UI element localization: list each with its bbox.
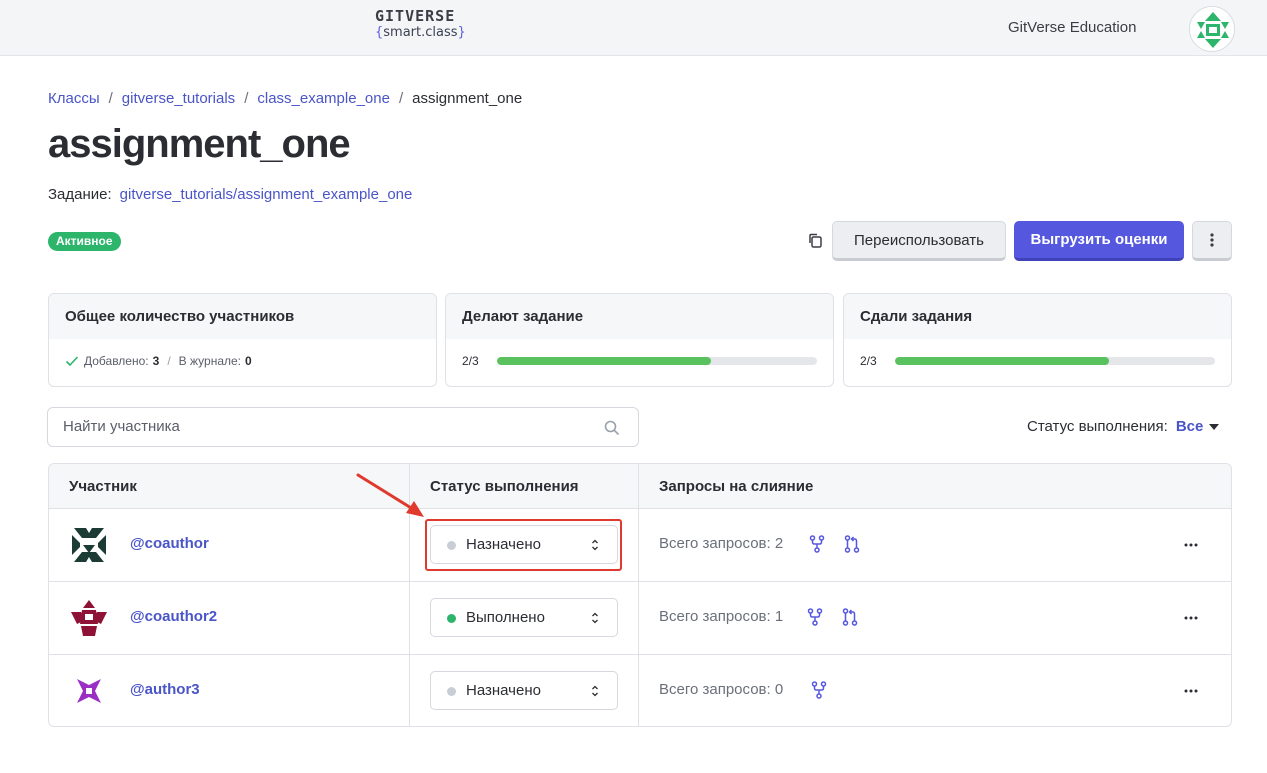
in-progress-card: Делают задание 2/3 — [445, 293, 834, 387]
annotation-arrow — [356, 473, 424, 517]
card-body: 2/3 — [844, 339, 1231, 383]
logo-wordmark: GITVERSE — [375, 7, 456, 25]
horizontal-dots-icon — [1184, 543, 1198, 547]
user-avatar[interactable] — [1189, 6, 1235, 52]
pull-request-icon[interactable] — [844, 535, 860, 553]
table-row: @coauthor2 Выполнено Всего запросов: 1 — [49, 581, 1231, 654]
participant-username[interactable]: @coauthor2 — [130, 608, 217, 625]
fork-icon[interactable] — [811, 681, 827, 699]
journal-value: 0 — [245, 354, 252, 368]
export-grades-button[interactable]: Выгрузить оценки — [1014, 221, 1184, 261]
status-dot — [447, 687, 456, 696]
copy-icon — [809, 233, 822, 248]
status-filter: Статус выполнения: Все — [1027, 418, 1220, 435]
status-value: Выполнено — [466, 609, 545, 626]
logo-brace-close: } — [457, 25, 466, 40]
annotation-highlight-box — [425, 519, 622, 571]
horizontal-dots-icon — [1184, 689, 1198, 693]
reuse-button[interactable]: Переиспользовать — [832, 221, 1006, 261]
assignment-link[interactable]: gitverse_tutorials/assignment_example_on… — [120, 186, 413, 203]
status-filter-value: Все — [1175, 418, 1204, 435]
card-title: Делают задание — [446, 294, 833, 339]
added-label: Добавлено: — [84, 354, 149, 368]
card-title: Сдали задания — [844, 294, 1231, 339]
fork-icon[interactable] — [809, 535, 825, 553]
horizontal-dots-icon — [1184, 616, 1198, 620]
caret-down-icon — [1209, 423, 1220, 430]
vertical-dots-icon — [1210, 233, 1214, 247]
added-value: 3 — [152, 354, 160, 368]
up-down-chevron-icon — [592, 612, 598, 624]
up-down-chevron-icon — [592, 685, 598, 697]
breadcrumb: Классы / gitverse_tutorials / class_exam… — [48, 90, 522, 107]
status-value: Назначено — [466, 682, 541, 699]
org-name[interactable]: GitVerse Education — [1008, 19, 1136, 36]
table-header: Участник Статус выполнения Запросы на сл… — [49, 464, 1231, 508]
logo-subtitle-text: smart.class — [383, 25, 458, 40]
search-icon[interactable] — [604, 420, 620, 436]
submitted-card: Сдали задания 2/3 — [843, 293, 1232, 387]
avatar[interactable] — [69, 525, 109, 565]
total-participants-card: Общее количество участников Добавлено: 3… — [48, 293, 437, 387]
assignment-label: Задание: — [48, 186, 112, 203]
status-dot — [447, 614, 456, 623]
avatar[interactable] — [69, 598, 109, 638]
row-menu-button[interactable] — [1177, 608, 1205, 628]
merge-requests-count: Всего запросов: 2 — [659, 535, 784, 552]
breadcrumb-current: assignment_one — [412, 90, 523, 107]
breadcrumb-class[interactable]: class_example_one — [257, 90, 390, 107]
breadcrumb-separator: / — [244, 90, 249, 107]
status-filter-label: Статус выполнения: — [1027, 418, 1168, 435]
pull-request-icon[interactable] — [842, 608, 858, 626]
progress-bar — [497, 357, 817, 365]
assignment-source: Задание: gitverse_tutorials/assignment_e… — [48, 186, 412, 203]
participant-username[interactable]: @author3 — [130, 681, 200, 698]
search-input[interactable] — [63, 418, 583, 435]
check-icon — [65, 356, 79, 367]
page-title: assignment_one — [48, 122, 351, 166]
participant-username[interactable]: @coauthor — [130, 535, 209, 552]
card-title: Общее количество участников — [49, 294, 436, 339]
logo-subtitle: {smart.class} — [375, 26, 466, 39]
identicon-icon — [1190, 7, 1234, 51]
progress-bar — [895, 357, 1215, 365]
more-actions-button[interactable] — [1192, 221, 1232, 261]
status-select[interactable]: Выполнено — [430, 598, 618, 637]
card-body: 2/3 — [446, 339, 833, 383]
merge-requests-count: Всего запросов: 1 — [659, 608, 784, 625]
gitverse-logo[interactable]: GITVERSE {smart.class} — [375, 7, 466, 40]
merge-requests-count: Всего запросов: 0 — [659, 681, 784, 698]
card-body: Добавлено: 3 / В журнале: 0 — [49, 339, 436, 383]
breadcrumb-org[interactable]: gitverse_tutorials — [122, 90, 235, 107]
avatar[interactable] — [69, 671, 109, 711]
breadcrumb-separator: / — [398, 90, 404, 107]
row-menu-button[interactable] — [1177, 681, 1205, 701]
column-header-merge-requests: Запросы на слияние — [659, 478, 814, 495]
breadcrumb-separator: / — [108, 90, 113, 107]
fork-icon[interactable] — [807, 608, 823, 626]
status-badge: Активное — [48, 232, 121, 251]
progress-fill — [895, 357, 1110, 365]
table-row: @author3 Назначено Всего запросов: 0 — [49, 654, 1231, 726]
search-box — [47, 407, 639, 447]
copy-button[interactable] — [806, 231, 826, 251]
participants-table: Участник Статус выполнения Запросы на сл… — [48, 463, 1232, 727]
row-menu-button[interactable] — [1177, 535, 1205, 555]
status-select[interactable]: Назначено — [430, 671, 618, 710]
stats-separator: / — [167, 354, 171, 368]
progress-text: 2/3 — [462, 354, 479, 368]
journal-label: В журнале: — [178, 354, 242, 368]
table-row: @coauthor Назначено Всего запросов: 2 — [49, 508, 1231, 581]
status-filter-dropdown[interactable]: Все — [1176, 418, 1220, 435]
top-bar: GITVERSE {smart.class} GitVerse Educatio… — [0, 0, 1267, 56]
progress-fill — [497, 357, 712, 365]
breadcrumb-classes[interactable]: Классы — [48, 90, 100, 107]
column-header-status: Статус выполнения — [430, 478, 579, 495]
column-header-participant: Участник — [69, 478, 137, 495]
progress-text: 2/3 — [860, 354, 877, 368]
